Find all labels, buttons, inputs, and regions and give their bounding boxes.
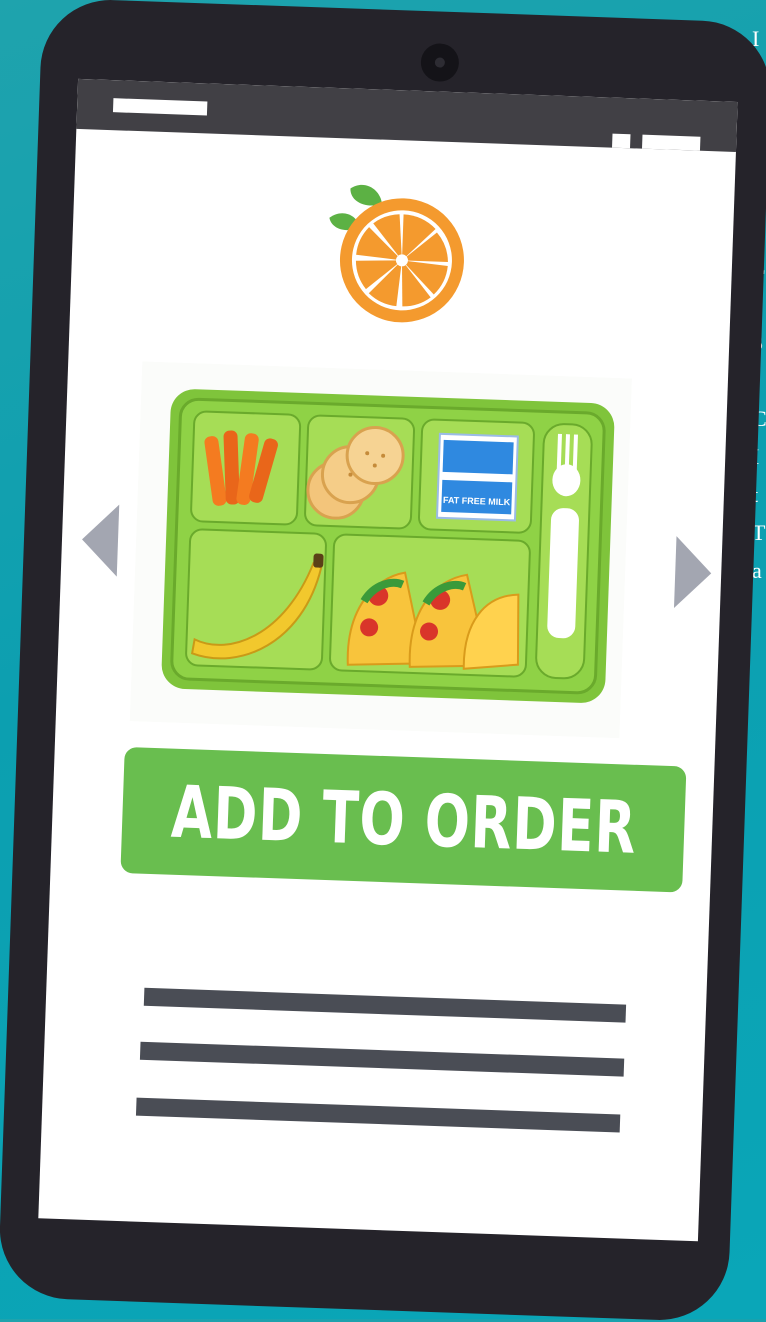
orange-slice-icon: [329, 184, 464, 323]
edge-char: a: [752, 558, 762, 583]
next-image-button[interactable]: [673, 536, 713, 610]
lunch-tray-image: FAT FREE MILK: [129, 361, 632, 739]
description-placeholder-line: [135, 1097, 621, 1133]
previous-image-button[interactable]: [80, 503, 120, 577]
status-bar-left-indicator: [112, 98, 208, 116]
description-placeholder-line: [143, 987, 627, 1023]
phone-device: FAT FREE MILK ADD TO ORDER: [0, 0, 766, 1322]
add-to-order-button[interactable]: ADD TO ORDER: [120, 746, 687, 893]
signal-icon: [612, 133, 631, 149]
phone-screen: FAT FREE MILK ADD TO ORDER: [38, 78, 738, 1242]
battery-icon: [642, 134, 701, 151]
leaf-icon: [350, 184, 382, 206]
description-placeholder-line: [139, 1041, 625, 1077]
milk-carton: FAT FREE MILK: [435, 432, 519, 522]
add-to-order-label: ADD TO ORDER: [169, 769, 638, 870]
